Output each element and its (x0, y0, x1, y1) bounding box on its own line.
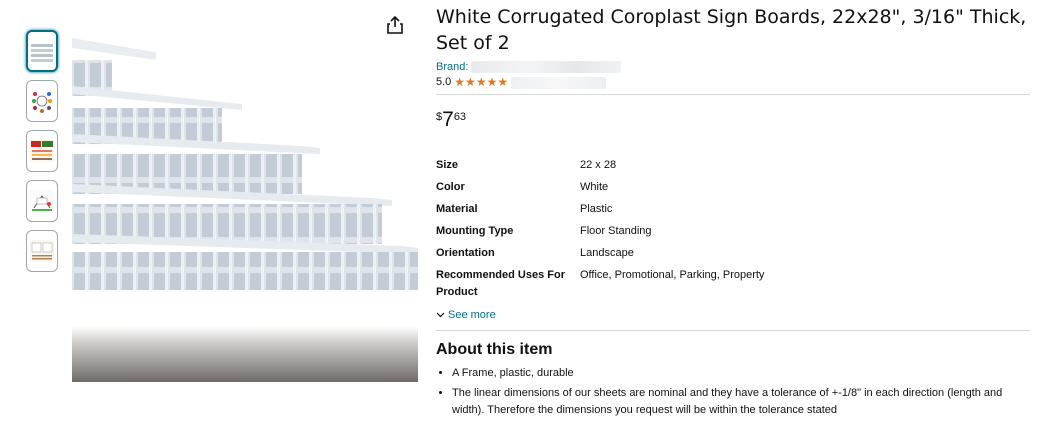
corrugated-sheets-icon (31, 44, 53, 62)
spec-row: Orientation Landscape (436, 245, 764, 267)
brand-row: Brand: (436, 60, 1030, 75)
star-rating-icon[interactable]: ★★★★★ (454, 75, 508, 90)
redacted-brand (471, 61, 622, 74)
main-product-image[interactable] (72, 30, 418, 382)
redacted-ratings (511, 76, 607, 89)
thumbnail-3[interactable] (26, 130, 58, 172)
uses-collage-icon (32, 92, 52, 113)
divider (436, 94, 1030, 95)
spec-row: Recommended Uses For Product Office, Prom… (436, 267, 764, 306)
product-details: White Corrugated Coroplast Sign Boards, … (436, 0, 1030, 422)
spec-key: Recommended Uses For Product (436, 269, 565, 298)
price-fraction: 63 (453, 111, 467, 123)
rating-value: 5.0 (436, 76, 452, 88)
thumbnail-strip (26, 30, 60, 280)
thumbnail-5[interactable] (26, 230, 58, 272)
spec-value: Landscape (580, 247, 634, 259)
spec-key: Size (436, 159, 459, 171)
benefits-chart-icon (30, 140, 54, 162)
brand-link[interactable]: Brand: (436, 61, 468, 73)
spec-key: Orientation (436, 247, 495, 259)
share-icon[interactable] (386, 15, 404, 35)
spec-key: Mounting Type (436, 225, 514, 237)
product-specs-table: Size 22 x 28 Color White Material Plastic Moun… (436, 157, 764, 306)
about-title: About this item (436, 341, 553, 358)
corrugated-sheets-illustration (72, 30, 418, 382)
spec-row: Mounting Type Floor Standing (436, 223, 764, 245)
see-more-label: See more (448, 309, 496, 321)
spec-key: Color (436, 181, 465, 193)
product-title: White Corrugated Coroplast Sign Boards, … (436, 6, 1027, 54)
spec-value: Floor Standing (580, 225, 652, 237)
spec-row: Size 22 x 28 (436, 157, 764, 179)
spec-value: Plastic (580, 203, 613, 215)
dimensions-diagram-icon (30, 240, 54, 262)
spec-row: Color White (436, 179, 764, 201)
about-bullets: A Frame, plastic, durableThe linear dime… (436, 365, 1030, 419)
about-bullet: A Frame, plastic, durable (452, 365, 1030, 382)
thumbnail-1[interactable] (26, 30, 58, 72)
thumbnail-2[interactable] (26, 80, 58, 122)
rating-row[interactable]: 5.0 ★★★★★ (436, 75, 1030, 90)
price: $ 7 63 (436, 109, 1030, 133)
spec-value: Office, Promotional, Parking, Property (580, 269, 765, 281)
spec-row: Material Plastic (436, 201, 764, 223)
spec-value: 22 x 28 (580, 159, 617, 171)
chevron-down-icon (436, 309, 445, 321)
spec-value: White (580, 181, 609, 193)
sign-scene-icon (30, 190, 54, 212)
divider (436, 330, 1030, 331)
see-more-link[interactable]: See more (436, 309, 1030, 321)
thumbnail-4[interactable] (26, 180, 58, 222)
price-whole: 7 (442, 108, 454, 131)
spec-key: Material (436, 203, 478, 215)
